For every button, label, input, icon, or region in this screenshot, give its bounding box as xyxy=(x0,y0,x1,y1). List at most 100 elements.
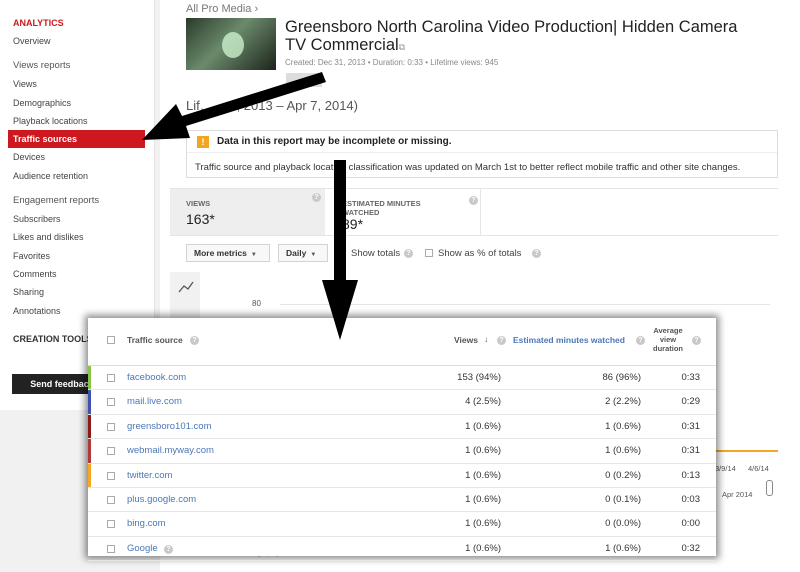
channel-breadcrumb[interactable]: All Pro Media › xyxy=(186,3,258,15)
sidebar-group-engagement: Engagement reports xyxy=(13,195,100,207)
row-views: 1 (0.6%) xyxy=(465,494,501,505)
help-icon[interactable]: ? xyxy=(190,336,199,345)
external-link-icon[interactable]: ⧉ xyxy=(399,42,405,52)
sidebar-item-overview[interactable]: Overview xyxy=(0,32,154,50)
row-views: 1 (0.6%) xyxy=(465,420,501,432)
chart-series-line xyxy=(706,450,778,452)
sidebar-item-audience-retention[interactable]: Audience retention xyxy=(0,167,154,185)
row-minutes: 2 (2.2%) xyxy=(605,396,641,408)
metrics-bar: VIEWS 163* ? ESTIMATED MINUTES WATCHED 8… xyxy=(170,188,778,236)
sort-down-arrow-icon[interactable]: ↓ xyxy=(484,334,488,344)
sidebar-item-likes[interactable]: Likes and dislikes xyxy=(0,228,154,246)
table-row[interactable]: Google 1 (0.6%) 1 (0.6%) 0:32? xyxy=(88,537,716,562)
col-views[interactable]: Views xyxy=(454,335,478,345)
date-range[interactable]: Lif… …1, 2013 – Apr 7, 2014) xyxy=(186,98,358,113)
row-checkbox[interactable] xyxy=(107,422,115,431)
table-row[interactable]: facebook.com 153 (94%) 86 (96%) 0:33 xyxy=(88,366,716,391)
show-totals-label: Show totals xyxy=(351,248,401,259)
chart-controls: More metrics ▼ Daily ▼ Show totals ? Show … xyxy=(186,244,746,264)
row-color-bar xyxy=(88,537,91,560)
video-meta: Created: Dec 31, 2013 • Duration: 0:33 •… xyxy=(285,58,499,67)
row-checkbox[interactable] xyxy=(107,471,115,480)
row-color-bar xyxy=(88,366,91,390)
sidebar-item-demographics[interactable]: Demographics xyxy=(0,94,154,112)
metric-views-label: VIEWS xyxy=(186,199,211,208)
sidebar-group-views: Views reports xyxy=(13,60,71,72)
show-pct-label: Show as % of totals xyxy=(438,248,522,259)
row-checkbox[interactable] xyxy=(107,374,115,382)
row-source-link[interactable]: mail.live.com xyxy=(127,396,182,407)
metric-views-value: 163* xyxy=(186,211,215,227)
help-icon[interactable]: ? xyxy=(636,336,645,345)
chart-date-tick: 3/9/14 xyxy=(715,464,736,473)
sidebar-heading[interactable]: ANALYTICS xyxy=(0,0,154,36)
row-source-link[interactable]: webmail.myway.com xyxy=(127,445,214,456)
row-checkbox[interactable] xyxy=(107,544,115,553)
row-source-link[interactable]: plus.google.com xyxy=(127,494,196,505)
sidebar-item-favorites[interactable]: Favorites xyxy=(0,247,154,265)
row-source-link[interactable]: Google xyxy=(127,543,158,554)
row-duration: 0:03 xyxy=(681,494,701,505)
table-header: Traffic source ? Views ↓ ? Estimated min… xyxy=(88,318,716,366)
help-icon[interactable]: ? xyxy=(404,249,413,258)
col-minutes-watched[interactable]: Estimated minutes watched xyxy=(513,335,625,345)
more-metrics-dropdown[interactable]: More metrics ▼ xyxy=(186,244,270,262)
show-pct-checkbox[interactable] xyxy=(425,249,433,257)
daily-dropdown[interactable]: Daily ▼ xyxy=(278,244,328,262)
help-icon[interactable]: ? xyxy=(164,544,173,554)
table-row[interactable]: mail.live.com 4 (2.5%) 2 (2.2%) 0:29 xyxy=(88,390,716,415)
help-icon[interactable]: ? xyxy=(497,336,506,345)
metric-minutes[interactable]: ESTIMATED MINUTES WATCHED 89* ? xyxy=(326,189,481,235)
video-action-button[interactable] xyxy=(286,73,322,87)
sidebar-item-traffic-sources[interactable]: Traffic sources xyxy=(8,130,145,149)
sidebar-item-subscribers[interactable]: Subscribers xyxy=(0,210,154,228)
table-row[interactable]: twitter.com 1 (0.6%) 0 (0.2%) 0:13 xyxy=(88,463,716,488)
col-avg-duration[interactable]: Average view duration xyxy=(648,326,688,353)
row-duration: 0:31 xyxy=(681,420,701,432)
row-source-link[interactable]: facebook.com xyxy=(127,372,186,383)
row-source-link[interactable]: greensboro101.com xyxy=(127,421,212,432)
table-row[interactable]: webmail.myway.com 1 (0.6%) 1 (0.6%) 0:31 xyxy=(88,439,716,464)
sidebar-item-comments[interactable]: Comments xyxy=(0,265,154,283)
row-views: 4 (2.5%) xyxy=(465,396,501,408)
col-traffic-source[interactable]: Traffic source xyxy=(127,335,183,345)
row-checkbox[interactable] xyxy=(107,447,115,456)
line-chart-icon[interactable] xyxy=(170,272,200,302)
video-thumbnail[interactable] xyxy=(186,18,276,70)
row-color-bar xyxy=(88,390,91,414)
help-icon[interactable]: ? xyxy=(312,193,321,202)
row-duration: 0:00 xyxy=(681,518,701,530)
row-checkbox[interactable] xyxy=(107,398,115,407)
row-checkbox[interactable] xyxy=(107,496,115,504)
row-checkbox[interactable] xyxy=(107,520,115,529)
table-row[interactable]: bing.com 1 (0.6%) 0 (0.0%) 0:00 xyxy=(88,512,716,537)
row-color-bar xyxy=(88,512,91,535)
help-icon[interactable]: ? xyxy=(532,249,541,258)
metric-views[interactable]: VIEWS 163* ? xyxy=(170,189,325,235)
chart-date-tick: 4/6/14 xyxy=(748,464,769,473)
row-views: 1 (0.6%) xyxy=(465,518,501,530)
video-title-text: Greensboro North Carolina Video Producti… xyxy=(285,18,738,54)
row-source-link[interactable]: twitter.com xyxy=(127,470,172,481)
row-minutes: 1 (0.6%) xyxy=(605,420,641,432)
sidebar-item-sharing[interactable]: Sharing xyxy=(0,283,154,301)
select-all-checkbox[interactable] xyxy=(107,336,115,344)
row-minutes: 0 (0.1%) xyxy=(605,494,641,505)
help-icon[interactable]: ? xyxy=(692,336,701,345)
table-row[interactable]: greensboro101.com 1 (0.6%) 1 (0.6%) 0:31 xyxy=(88,414,716,440)
row-minutes: 1 (0.6%) xyxy=(605,542,641,554)
row-minutes: 86 (96%) xyxy=(602,372,641,383)
help-icon[interactable]: ? xyxy=(469,196,478,205)
show-totals-checkbox[interactable] xyxy=(338,249,346,257)
row-duration: 0:32 xyxy=(681,542,701,554)
sidebar-item-views[interactable]: Views xyxy=(0,75,154,93)
warning-icon: ! xyxy=(197,136,209,148)
video-title[interactable]: Greensboro North Carolina Video Producti… xyxy=(285,18,755,56)
row-views: 1 (0.6%) xyxy=(465,445,501,457)
sidebar-item-playback-locations[interactable]: Playback locations xyxy=(0,112,154,130)
range-slider-handle[interactable] xyxy=(766,480,773,496)
row-source-link[interactable]: bing.com xyxy=(127,518,166,529)
sidebar-item-devices[interactable]: Devices xyxy=(0,148,154,166)
table-row[interactable]: plus.google.com 1 (0.6%) 0 (0.1%) 0:03 xyxy=(88,488,716,513)
row-color-bar xyxy=(88,488,91,511)
